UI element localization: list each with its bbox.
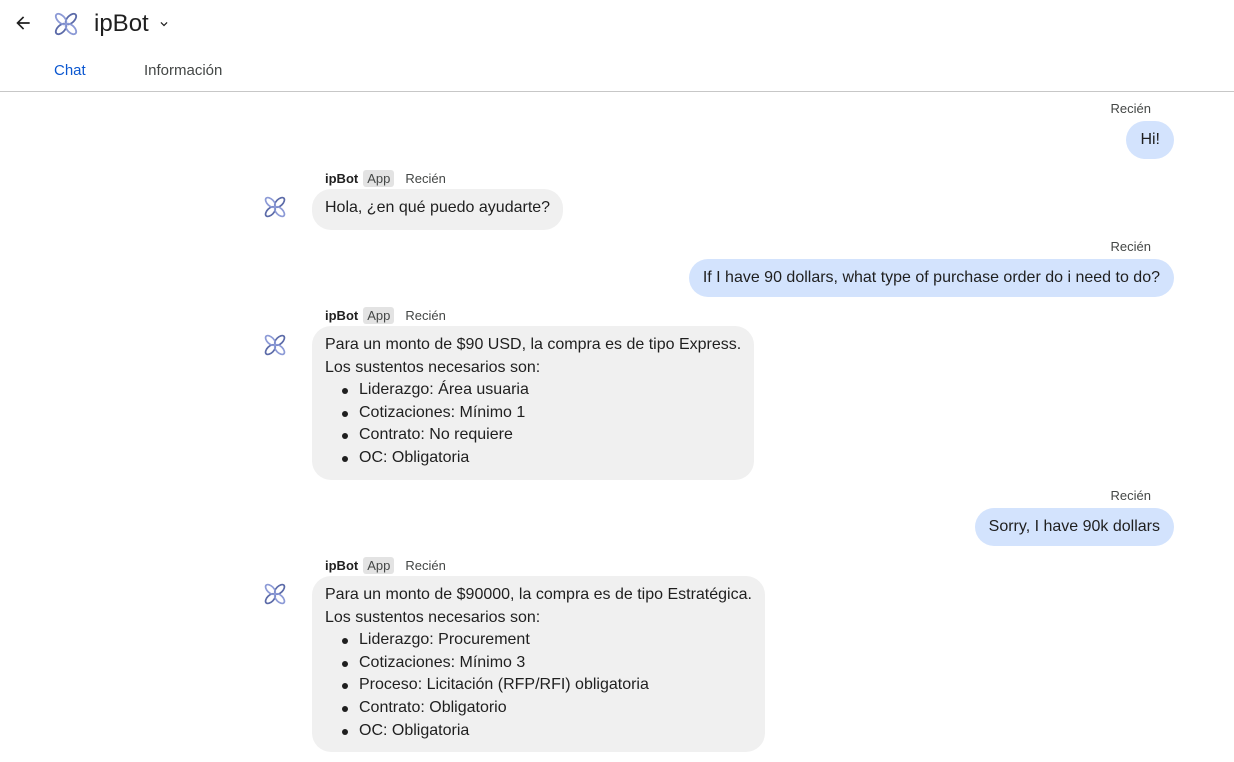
message-timestamp: Recién — [405, 170, 446, 186]
list-item: Liderazgo: Área usuaria — [325, 379, 741, 402]
app-title: ipBot — [94, 10, 149, 37]
tab-chat[interactable]: Chat — [54, 62, 86, 79]
back-button[interactable] — [10, 10, 36, 36]
app-badge: App — [363, 306, 395, 324]
list-item: Cotizaciones: Mínimo 3 — [325, 652, 752, 675]
message-line: Para un monto de $90000, la compra es de… — [325, 586, 752, 603]
bot-avatar-icon[interactable] — [258, 328, 292, 362]
sender-name: ipBot — [325, 170, 359, 186]
bot-avatar-icon[interactable] — [258, 577, 292, 611]
arrow-back-icon — [16, 16, 30, 30]
sender-name: ipBot — [325, 557, 359, 573]
user-message: Sorry, I have 90k dollars — [974, 508, 1174, 546]
chevron-down-icon — [157, 17, 171, 31]
requirements-list: Liderazgo: Área usuaria Cotizaciones: Mí… — [325, 379, 741, 469]
message-timestamp: Recién — [405, 557, 446, 573]
list-item: OC: Obligatoria — [325, 447, 741, 470]
bot-message-header: ipBot App Recién — [325, 305, 446, 325]
app-badge: App — [363, 169, 395, 187]
app-badge: App — [363, 556, 395, 574]
list-item: Liderazgo: Procurement — [325, 629, 752, 652]
message-line: Hola, ¿en qué puedo ayudarte? — [325, 199, 551, 216]
bot-message-header: ipBot App Recién — [325, 555, 446, 575]
bot-message-header: ipBot App Recién — [325, 168, 446, 188]
tab-informacion[interactable]: Información — [144, 62, 222, 79]
message-timestamp: Recién — [1110, 239, 1151, 254]
list-item: Contrato: No requiere — [325, 424, 741, 447]
sender-name: ipBot — [325, 307, 359, 323]
list-item: OC: Obligatoria — [325, 720, 752, 743]
bot-avatar-icon[interactable] — [258, 190, 292, 224]
message-timestamp: Recién — [1110, 488, 1151, 503]
list-item: Proceso: Licitación (RFP/RFI) obligatori… — [325, 674, 752, 697]
app-title-dropdown[interactable]: ipBot — [94, 8, 171, 40]
ipbot-logo-icon — [54, 12, 78, 36]
app-header: ipBot Chat Información — [0, 0, 1234, 92]
list-item: Contrato: Obligatorio — [325, 697, 752, 720]
requirements-list: Liderazgo: Procurement Cotizaciones: Mín… — [325, 629, 752, 742]
message-timestamp: Recién — [1110, 101, 1151, 116]
user-message: If I have 90 dollars, what type of purch… — [688, 259, 1174, 297]
list-item: Cotizaciones: Mínimo 1 — [325, 402, 741, 425]
bot-message: Para un monto de $90 USD, la compra es d… — [312, 326, 755, 480]
message-line: Los sustentos necesarios son: — [325, 608, 541, 626]
message-line: Los sustentos necesarios son: — [325, 358, 541, 376]
user-message: Hi! — [1126, 121, 1174, 159]
bot-message: Hola, ¿en qué puedo ayudarte? — [312, 189, 564, 230]
bot-message: Para un monto de $90000, la compra es de… — [312, 576, 765, 753]
message-timestamp: Recién — [405, 307, 446, 323]
message-line: Para un monto de $90 USD, la compra es d… — [325, 336, 742, 353]
